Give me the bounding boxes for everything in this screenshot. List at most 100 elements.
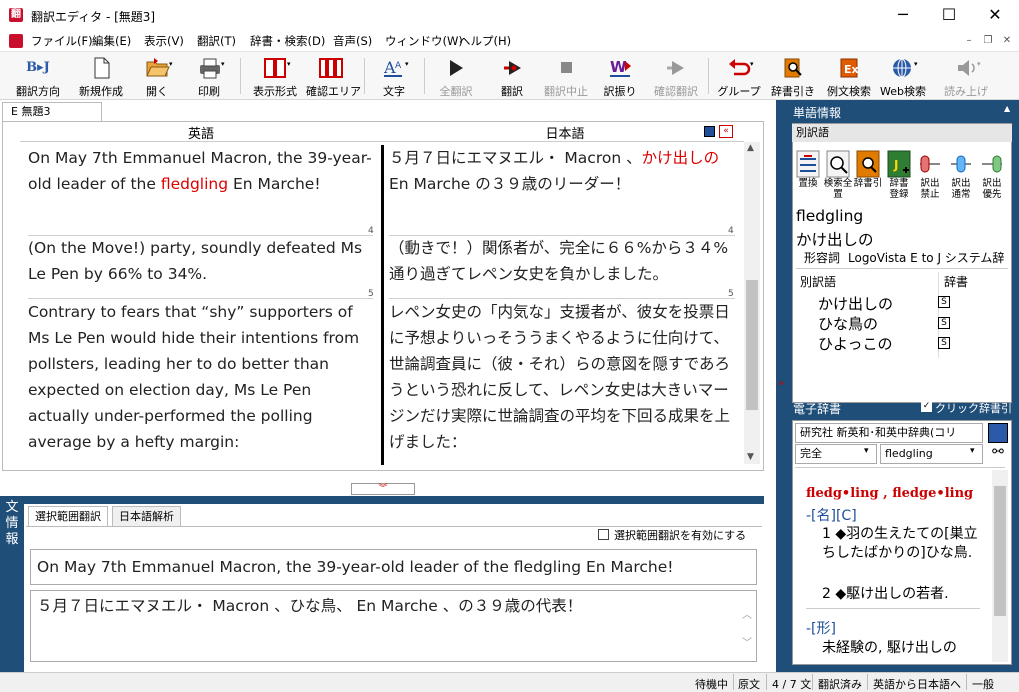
- alt-translation-item[interactable]: ひよっこの: [818, 333, 893, 354]
- confirm-translate-button[interactable]: 確認翻訳: [650, 54, 702, 98]
- headword: fledgling: [796, 207, 864, 225]
- japanese-sentence-1[interactable]: ５月７日にエマヌエル・ Macron 、かけ出しの En Marche の３９歳…: [389, 145, 735, 197]
- word-info-title: 単語情報: [793, 106, 842, 120]
- status-state: 待機中: [695, 678, 728, 691]
- status-separator: [867, 674, 868, 690]
- tab-selection-translate[interactable]: 選択範囲翻訳: [28, 506, 108, 526]
- search-replace-icon[interactable]: [826, 150, 850, 178]
- divider: [795, 467, 1005, 468]
- menu-edit[interactable]: 編集(E): [92, 33, 131, 49]
- menu-translate[interactable]: 翻訳(T): [197, 33, 236, 49]
- menu-window[interactable]: ウィンドウ(W): [385, 33, 463, 49]
- status-direction: 英語から日本語へ: [873, 678, 961, 691]
- expand-arrow-icon[interactable]: »: [778, 378, 784, 389]
- characters-button[interactable]: A A ▾ 文字: [372, 54, 416, 98]
- print-button[interactable]: ▾ 印刷: [186, 54, 232, 98]
- document-tab[interactable]: E 無題3: [2, 102, 102, 122]
- font-icon: A A ▾: [381, 56, 409, 80]
- menu-view[interactable]: 表示(V): [144, 33, 184, 49]
- priority-slider-icon[interactable]: [980, 150, 1004, 178]
- status-sentence-count: 4 / 7 文: [772, 678, 812, 691]
- english-sentence-2[interactable]: (On the Move!) party, soundly defeated M…: [28, 235, 373, 287]
- confirm-area-icon: [318, 56, 344, 80]
- mdi-restore-button[interactable]: ❐: [979, 33, 997, 49]
- open-button[interactable]: ▾ 開く: [134, 54, 180, 98]
- source-sentence-field[interactable]: On May 7th Emmanuel Macron, the 39-year-…: [30, 549, 757, 585]
- translate-button[interactable]: 翻訳: [490, 54, 534, 98]
- close-button[interactable]: ✕: [972, 0, 1018, 30]
- status-translated: 翻訳済み: [818, 678, 862, 691]
- translate-stop-button[interactable]: 翻訳中止: [540, 54, 592, 98]
- status-separator: [733, 674, 734, 690]
- entry-noun-tag: -[名][C]: [806, 508, 857, 524]
- dict-lookup-icon[interactable]: [856, 150, 880, 178]
- dict-register-icon[interactable]: J: [887, 150, 911, 178]
- translate-all-button[interactable]: 全翻訳: [434, 54, 478, 98]
- tool-label: 置換: [798, 178, 818, 189]
- scrollbar-thumb[interactable]: [746, 280, 758, 410]
- minimize-button[interactable]: ─: [880, 0, 926, 30]
- scroll-up-icon[interactable]: ▲: [747, 143, 754, 153]
- panel-scroll-up-icon[interactable]: ▲: [1004, 104, 1010, 113]
- group-button[interactable]: ▾ グループ: [714, 54, 764, 98]
- scroll-down-icon[interactable]: ▼: [747, 452, 754, 462]
- column-divider[interactable]: [381, 145, 384, 465]
- web-search-button[interactable]: ▾ Web検索: [878, 54, 928, 98]
- system-dict-badge: S: [938, 296, 950, 308]
- english-sentence-3[interactable]: Contrary to fears that “shy” supporters …: [28, 299, 373, 459]
- dict-lookup-button[interactable]: 辞書引き: [768, 54, 818, 98]
- alt-translation-item[interactable]: かけ出しの: [818, 293, 893, 314]
- dictionary-settings-icon[interactable]: [988, 423, 1008, 443]
- maximize-button[interactable]: ☐: [926, 0, 972, 30]
- collapse-column-button[interactable]: «: [719, 125, 733, 138]
- enable-selection-checkbox[interactable]: [598, 529, 609, 540]
- japanese-sentence-3[interactable]: レペン女史の「内気な」支援者が、彼女を投票日に予想よりいっそううまくやるように仕…: [389, 299, 735, 459]
- read-aloud-button[interactable]: ▾ 読み上げ: [938, 54, 994, 98]
- document-icon[interactable]: [9, 34, 23, 48]
- furigana-button[interactable]: W 訳振り: [598, 54, 642, 98]
- tool-label: 検索全置: [823, 178, 853, 200]
- mdi-minimize-button[interactable]: –: [960, 33, 978, 49]
- collapse-pane-button[interactable]: ︾: [351, 483, 415, 495]
- toolbar-separator: [240, 58, 241, 94]
- japanese-sentence-2[interactable]: （動きで！）関係者が、完全に６６%から３４%通り過ぎてレペン女史を負かしました。: [389, 235, 735, 287]
- binoculars-icon[interactable]: ⚯: [988, 444, 1008, 464]
- chevron-up-icon[interactable]: ︿: [742, 606, 752, 621]
- toolbar-separator: [708, 58, 709, 94]
- dictionary-select[interactable]: 研究社 新英和･和英中辞典(コリ: [795, 423, 983, 443]
- right-splitter[interactable]: [764, 100, 776, 672]
- english-sentence-1[interactable]: On May 7th Emmanuel Macron, the 39-year-…: [28, 145, 373, 197]
- menu-dictionary[interactable]: 辞書・検索(D): [250, 33, 325, 49]
- header-divider: [20, 141, 744, 142]
- click-lookup-checkbox[interactable]: ✓: [921, 401, 932, 412]
- menu-file[interactable]: ファイル(F): [31, 33, 93, 49]
- e-dict-scroll-thumb[interactable]: [994, 486, 1006, 616]
- tab-japanese-analysis[interactable]: 日本語解析: [112, 506, 181, 526]
- status-separator: [812, 674, 813, 690]
- mdi-close-button[interactable]: ✕: [998, 33, 1016, 49]
- confirm-area-button[interactable]: 確認エリア: [306, 54, 361, 98]
- query-input[interactable]: fledgling: [880, 444, 983, 464]
- normal-slider-icon[interactable]: [949, 150, 973, 178]
- replace-icon[interactable]: [796, 150, 820, 178]
- furigana-icon: W: [607, 56, 633, 80]
- svg-text:▾: ▾: [405, 60, 409, 68]
- target-sentence-field[interactable]: ５月７日にエマヌエル・ Macron 、ひな鳥、 En Marche 、の３９歳…: [30, 590, 757, 662]
- example-search-button[interactable]: Ex 例文検索: [822, 54, 876, 98]
- menu-help[interactable]: ヘルプ(H): [459, 33, 511, 49]
- divider: [796, 268, 1008, 269]
- copy-icon[interactable]: [704, 126, 715, 137]
- status-separator: [766, 674, 767, 690]
- new-button[interactable]: 新規作成: [72, 54, 130, 98]
- display-format-button[interactable]: ▾ 表示形式: [246, 54, 304, 98]
- example-search-icon: Ex: [836, 56, 862, 80]
- chevron-down-icon[interactable]: ▾: [864, 446, 869, 456]
- translate-direction-button[interactable]: B▸J 翻訳方向: [8, 54, 68, 98]
- dictionary-search-icon: [780, 56, 806, 80]
- chevron-down-icon[interactable]: ▾: [970, 446, 975, 456]
- menu-voice[interactable]: 音声(S): [333, 33, 372, 49]
- prohibit-slider-icon[interactable]: [918, 150, 942, 178]
- new-document-icon: [88, 56, 114, 80]
- alt-translation-item[interactable]: ひな鳥の: [818, 313, 878, 334]
- chevron-down-icon[interactable]: ﹀: [742, 634, 752, 649]
